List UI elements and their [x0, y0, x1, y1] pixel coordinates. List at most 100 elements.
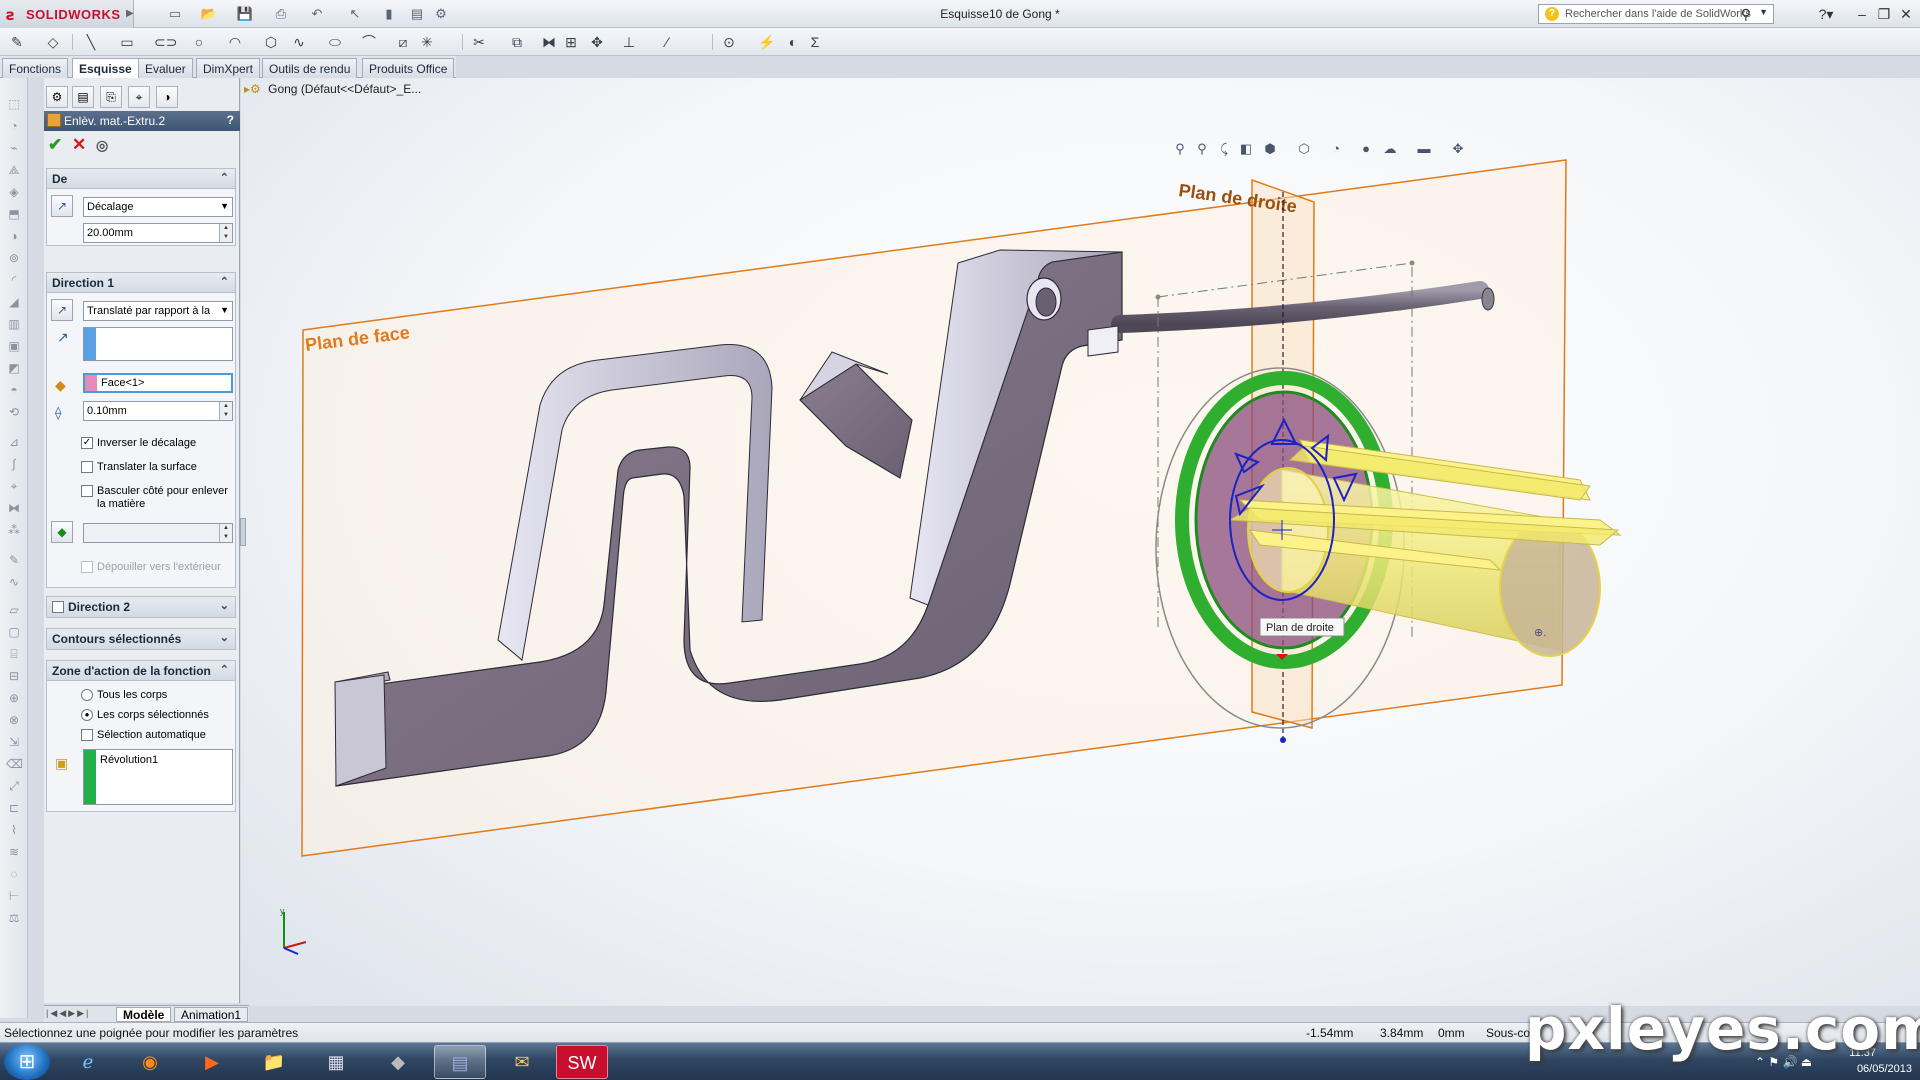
- measure-icon[interactable]: ⊢: [6, 888, 22, 904]
- from-offset-input[interactable]: 20.00mm ▲ ▼: [83, 223, 233, 243]
- select-icon[interactable]: ↖: [346, 5, 364, 23]
- network-app-icon[interactable]: ▤: [434, 1045, 486, 1079]
- face-selection-box[interactable]: Face<1>: [83, 373, 233, 393]
- tab-fonctions[interactable]: Fonctions: [2, 58, 69, 78]
- cancel-icon[interactable]: ✕: [72, 136, 86, 154]
- slot-icon[interactable]: ⊂⊃: [154, 33, 177, 51]
- cut-revolve-icon[interactable]: ◑: [6, 228, 22, 244]
- solidworks-taskbar-icon[interactable]: SW: [556, 1045, 608, 1079]
- tab-animation1[interactable]: Animation1: [174, 1007, 249, 1022]
- loft-icon[interactable]: ⟁: [6, 162, 22, 178]
- spline-icon[interactable]: ∿: [290, 33, 308, 51]
- rectangle-icon[interactable]: ▭: [118, 33, 136, 51]
- move-body-icon[interactable]: ⇲: [6, 734, 22, 750]
- dome-icon[interactable]: ◓: [6, 382, 22, 398]
- fillet-feature-icon[interactable]: ◜: [6, 272, 22, 288]
- collapse-icon[interactable]: ⌃: [220, 663, 229, 676]
- scene-icon[interactable]: ☁: [1381, 140, 1399, 158]
- sweep-icon[interactable]: ⌁: [6, 140, 22, 156]
- gimp-icon[interactable]: ◆: [372, 1045, 424, 1079]
- circle-icon[interactable]: ○: [190, 33, 208, 51]
- search-icon[interactable]: ⚲: [1741, 6, 1751, 23]
- instant3d-icon[interactable]: ⌖: [6, 478, 22, 494]
- split-icon[interactable]: ⊟: [6, 668, 22, 684]
- draft-icon[interactable]: ◩: [6, 360, 22, 376]
- mirror-icon[interactable]: ⧓: [540, 33, 558, 51]
- section-view-icon[interactable]: ◧: [1237, 140, 1255, 158]
- chamfer-icon[interactable]: ◢: [6, 294, 22, 310]
- collapse-icon[interactable]: ⌃: [220, 171, 229, 184]
- shaded-sketch-icon[interactable]: ◐: [784, 33, 802, 51]
- new-document-icon[interactable]: ▭: [166, 5, 184, 23]
- restore-icon[interactable]: ❐: [1874, 5, 1894, 23]
- combine-icon[interactable]: ⊕: [6, 690, 22, 706]
- save-icon[interactable]: 💾: [236, 5, 254, 23]
- close-icon[interactable]: ✕: [1896, 5, 1916, 23]
- spin-arrows-icon[interactable]: ▲ ▼: [219, 524, 232, 542]
- chevron-down-icon[interactable]: ▼: [1759, 7, 1768, 17]
- box-icon[interactable]: ▢: [6, 624, 22, 640]
- pm-help-icon[interactable]: ?: [227, 113, 234, 127]
- hide-show-icon[interactable]: ◔: [1327, 140, 1345, 158]
- tab-dimxpert[interactable]: DimXpert: [196, 58, 261, 78]
- tab-produits-office[interactable]: Produits Office: [362, 58, 455, 78]
- model-view[interactable]: Plan de face Plan de droite ⊕. Plan de d…: [241, 78, 1920, 1006]
- trim-icon[interactable]: ✂: [470, 33, 488, 51]
- rapid-sketch-icon[interactable]: ⚡: [758, 33, 776, 51]
- configuration-manager-icon[interactable]: ⎘: [100, 86, 122, 108]
- tab-outils-de-rendu[interactable]: Outils de rendu: [262, 58, 358, 78]
- tab-modele[interactable]: Modèle: [116, 1007, 172, 1022]
- boundary-icon[interactable]: ◈: [6, 184, 22, 200]
- mirror-feature-icon[interactable]: ⧓: [6, 500, 22, 516]
- draft-angle-input[interactable]: ▲ ▼: [83, 523, 233, 543]
- plane-tool-icon[interactable]: ▱: [6, 602, 22, 618]
- help-search-input[interactable]: ? Rechercher dans l'aide de SolidWorks ⚲…: [1538, 4, 1774, 24]
- appearance-icon[interactable]: ●: [1357, 140, 1375, 158]
- pan-icon[interactable]: ✥: [1449, 140, 1467, 158]
- hole-icon[interactable]: ⊚: [6, 250, 22, 266]
- sketch-icon[interactable]: ✎: [8, 33, 26, 51]
- intersect-icon[interactable]: ⊗: [6, 712, 22, 728]
- detailed-preview-icon[interactable]: ◎: [96, 136, 108, 154]
- file-properties-icon[interactable]: ▤: [408, 5, 426, 23]
- start-button[interactable]: ⊞: [4, 1044, 50, 1080]
- offset-icon[interactable]: ⧉: [508, 33, 526, 51]
- tab-evaluer[interactable]: Evaluer: [138, 58, 193, 78]
- mass-properties-icon[interactable]: ⚖: [6, 910, 22, 926]
- open-icon[interactable]: 📂: [200, 5, 218, 23]
- display-manager-icon[interactable]: ◑: [156, 86, 178, 108]
- display-relations-icon[interactable]: ⊥: [620, 33, 638, 51]
- freeform-icon[interactable]: ◌: [6, 866, 22, 882]
- rib-icon[interactable]: ▥: [6, 316, 22, 332]
- display-style-icon[interactable]: ⬡: [1295, 140, 1313, 158]
- repair-icon[interactable]: ∕: [658, 33, 676, 51]
- graphics-area[interactable]: Plan de face Plan de droite ⊕. Plan de d…: [241, 78, 1920, 1006]
- feature-tree-flyout[interactable]: ▸⚙ Gong (Défaut<<Défaut>_E...: [244, 82, 484, 98]
- view-orientation-icon[interactable]: ⬢: [1261, 140, 1279, 158]
- linear-pattern-icon[interactable]: ⊞: [562, 33, 580, 51]
- deform-icon[interactable]: ≋: [6, 844, 22, 860]
- sketch-tool-icon[interactable]: ✎: [6, 552, 22, 568]
- arc-icon[interactable]: ◠: [226, 33, 244, 51]
- all-bodies-radio[interactable]: Tous les corps: [81, 689, 167, 702]
- rebuild-icon[interactable]: ▮: [380, 5, 398, 23]
- ok-icon[interactable]: ✔: [48, 136, 62, 154]
- dimxpert-manager-icon[interactable]: ⌖: [128, 86, 150, 108]
- solidworks-logo[interactable]: ƨ SOLIDWORKS: [0, 0, 134, 28]
- instant2d-icon[interactable]: ⊙: [720, 33, 738, 51]
- explorer-icon[interactable]: 📁: [248, 1045, 300, 1079]
- flex-icon[interactable]: ⌇: [6, 822, 22, 838]
- selected-bodies-radio[interactable]: ● Les corps sélectionnés: [81, 709, 209, 722]
- fillet-icon[interactable]: ⌒: [360, 33, 378, 51]
- extrude-icon[interactable]: ⬚: [6, 96, 22, 112]
- undo-icon[interactable]: ↶: [308, 5, 326, 23]
- translate-surface-checkbox[interactable]: Translater la surface: [81, 461, 197, 474]
- calculator-icon[interactable]: ▦: [310, 1045, 362, 1079]
- options-icon[interactable]: ⚙: [432, 5, 450, 23]
- revolve-icon[interactable]: ◔: [6, 118, 22, 134]
- indent-icon[interactable]: ⊏: [6, 800, 22, 816]
- draft-icon[interactable]: ◆: [51, 521, 73, 543]
- direction-selection-box[interactable]: [83, 327, 233, 361]
- tab-scroll-icon[interactable]: |◀◀▶▶|: [46, 1008, 90, 1019]
- zoom-fit-icon[interactable]: ⚲: [1171, 140, 1189, 158]
